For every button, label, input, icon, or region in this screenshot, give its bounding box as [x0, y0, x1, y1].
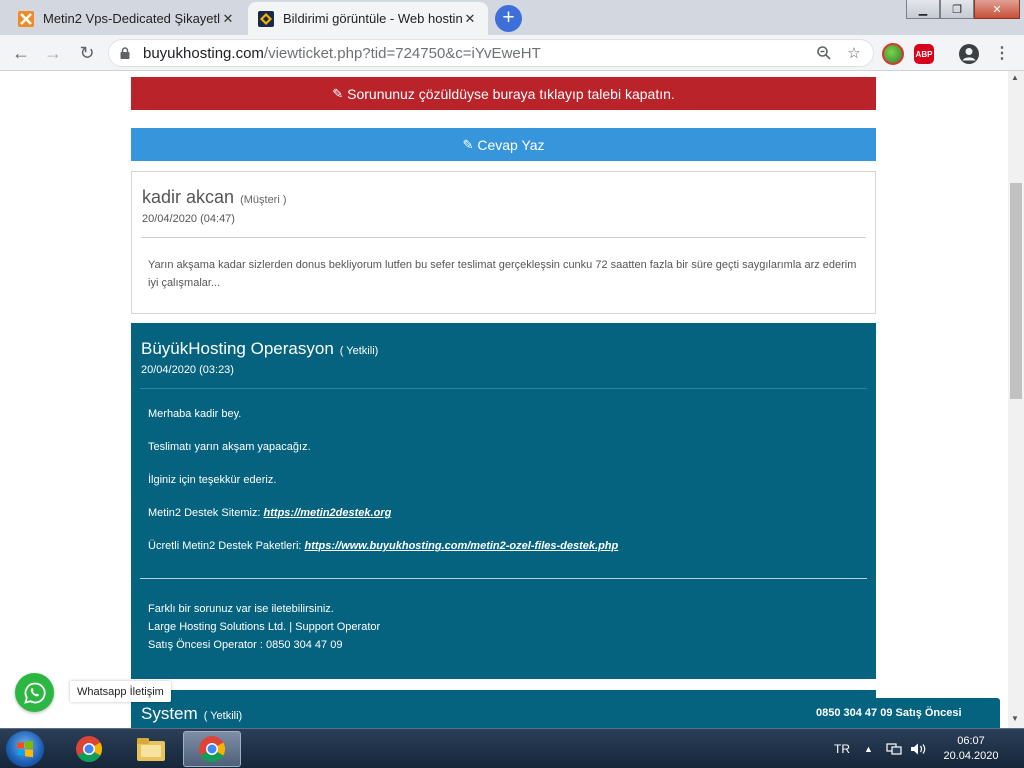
support-packages-link[interactable]: https://www.buyukhosting.com/metin2-ozel… — [305, 540, 619, 552]
page-scrollbar[interactable]: ▲ ▼ — [1008, 71, 1024, 728]
taskbar-chrome-active[interactable] — [183, 731, 241, 767]
metin2destek-link[interactable]: https://metin2destek.org — [264, 507, 392, 519]
extension-globe-icon[interactable] — [882, 43, 904, 65]
folder-icon — [137, 738, 165, 761]
author-role: ( Yetkili) — [339, 345, 379, 357]
url-text: buyukhosting.com/viewticket.php?tid=7247… — [143, 44, 541, 62]
sales-phone-widget[interactable]: 0850 304 47 09 Satış Öncesi — [806, 698, 1000, 728]
author-role: (Müşteri ) — [240, 194, 287, 206]
minimize-icon[interactable]: ▁ — [906, 0, 940, 19]
back-arrow-icon[interactable]: ← — [9, 41, 33, 65]
close-ticket-button[interactable]: ✎ Sorununuz çözüldüyse buraya tıklayıp t… — [131, 77, 876, 110]
message-author: kadir akcan (Müşteri ) — [142, 187, 287, 207]
staff-message: BüyükHosting Operasyon( Yetkili) 20/04/2… — [131, 323, 876, 679]
message-line: Teslimatı yarın akşam yapacağız. — [148, 441, 311, 453]
menu-kebab-icon[interactable]: ⋮ — [990, 41, 1014, 65]
forward-arrow-icon[interactable]: → — [41, 41, 65, 65]
clock-time: 06:07 — [957, 735, 985, 747]
metin2-favicon-icon — [18, 10, 34, 27]
close-tab-icon[interactable]: ✕ — [220, 11, 236, 27]
show-hidden-icons-icon[interactable]: ▲ — [864, 729, 873, 768]
system-message: System( Yetkili) — [131, 690, 876, 728]
whatsapp-button[interactable] — [15, 673, 54, 712]
windows-logo-icon — [17, 740, 33, 758]
message-line: Metin2 Destek Sitemiz: https://metin2des… — [148, 507, 392, 519]
tab-title: Bildirimi görüntüle - Web hosting — [283, 11, 462, 26]
page-content: ✎ Sorununuz çözüldüyse buraya tıklayıp t… — [0, 71, 1008, 728]
tab-metin2-complaints[interactable]: Metin2 Vps-Dedicated Şikayetleri ✕ — [8, 2, 246, 35]
tab-title: Metin2 Vps-Dedicated Şikayetleri — [43, 11, 220, 26]
chrome-icon — [76, 736, 103, 763]
scrollbar-thumb[interactable] — [1010, 183, 1022, 399]
bookmark-star-icon[interactable]: ☆ — [843, 42, 865, 64]
edit-icon: ✎ — [462, 136, 474, 152]
signature-line: Large Hosting Solutions Ltd. | Support O… — [148, 621, 381, 633]
lock-icon — [120, 47, 130, 59]
edit-icon: ✎ — [332, 85, 344, 101]
message-date: 20/04/2020 (03:23) — [141, 364, 234, 376]
client-message: kadir akcan (Müşteri ) 20/04/2020 (04:47)… — [131, 171, 876, 314]
start-button[interactable] — [6, 731, 44, 767]
reload-icon[interactable]: ↻ — [75, 41, 99, 65]
network-icon[interactable] — [886, 729, 902, 768]
message-divider — [140, 388, 867, 389]
new-tab-button[interactable]: + — [495, 5, 522, 32]
whatsapp-label[interactable]: Whatsapp İletişim — [70, 681, 171, 702]
taskbar-chrome-pinned[interactable] — [60, 731, 118, 767]
window-close-icon[interactable]: ✕ — [974, 0, 1020, 19]
windows-taskbar: TR ▲ 06:07 20.04.2020 — [0, 728, 1024, 768]
close-tab-icon[interactable]: ✕ — [462, 11, 478, 27]
buyukhosting-favicon-icon — [258, 10, 274, 27]
message-line: Merhaba kadir bey. — [148, 408, 242, 420]
address-bar[interactable]: buyukhosting.com/viewticket.php?tid=7247… — [108, 39, 874, 67]
window-controls: ▁ ❐ ✕ — [906, 0, 1020, 19]
taskbar-explorer[interactable] — [122, 731, 180, 767]
message-author: System( Yetkili) — [141, 704, 243, 723]
close-ticket-label: Sorununuz çözüldüyse buraya tıklayıp tal… — [347, 85, 675, 102]
tab-strip: Metin2 Vps-Dedicated Şikayetleri ✕ Bildi… — [0, 0, 1024, 35]
reply-button[interactable]: ✎ Cevap Yaz — [131, 128, 876, 161]
scroll-up-icon[interactable]: ▲ — [1011, 73, 1019, 82]
browser-toolbar: ← → ↻ buyukhosting.com/viewticket.php?ti… — [0, 35, 1024, 71]
tab-view-ticket[interactable]: Bildirimi görüntüle - Web hosting ✕ — [248, 2, 488, 35]
message-line: İlginiz için teşekkür ederiz. — [148, 474, 277, 486]
volume-icon[interactable] — [910, 729, 928, 768]
reply-label: Cevap Yaz — [477, 136, 545, 153]
signature-divider — [140, 578, 867, 579]
message-body: Yarın akşama kadar sizlerden donus bekli… — [148, 259, 857, 289]
signature-line: Satış Öncesi Operator : 0850 304 47 09 — [148, 639, 343, 651]
clock-date: 20.04.2020 — [943, 750, 999, 762]
profile-avatar-icon[interactable] — [958, 43, 980, 65]
author-role: ( Yetkili) — [203, 710, 243, 722]
message-date: 20/04/2020 (04:47) — [142, 213, 235, 225]
chrome-icon — [199, 736, 226, 763]
message-line: Ücretli Metin2 Destek Paketleri: https:/… — [148, 540, 619, 552]
whatsapp-icon — [23, 682, 46, 704]
message-divider — [141, 237, 866, 238]
zoom-icon[interactable] — [813, 42, 835, 64]
scroll-down-icon[interactable]: ▼ — [1011, 714, 1019, 723]
adblock-plus-icon[interactable]: ABP — [914, 44, 934, 64]
signature-line: Farklı bir sorunuz var ise iletebilirsin… — [148, 603, 334, 615]
system-clock[interactable]: 06:07 20.04.2020 — [936, 734, 1006, 764]
language-indicator[interactable]: TR — [834, 729, 850, 768]
restore-icon[interactable]: ❐ — [940, 0, 974, 19]
message-author: BüyükHosting Operasyon( Yetkili) — [141, 339, 379, 358]
